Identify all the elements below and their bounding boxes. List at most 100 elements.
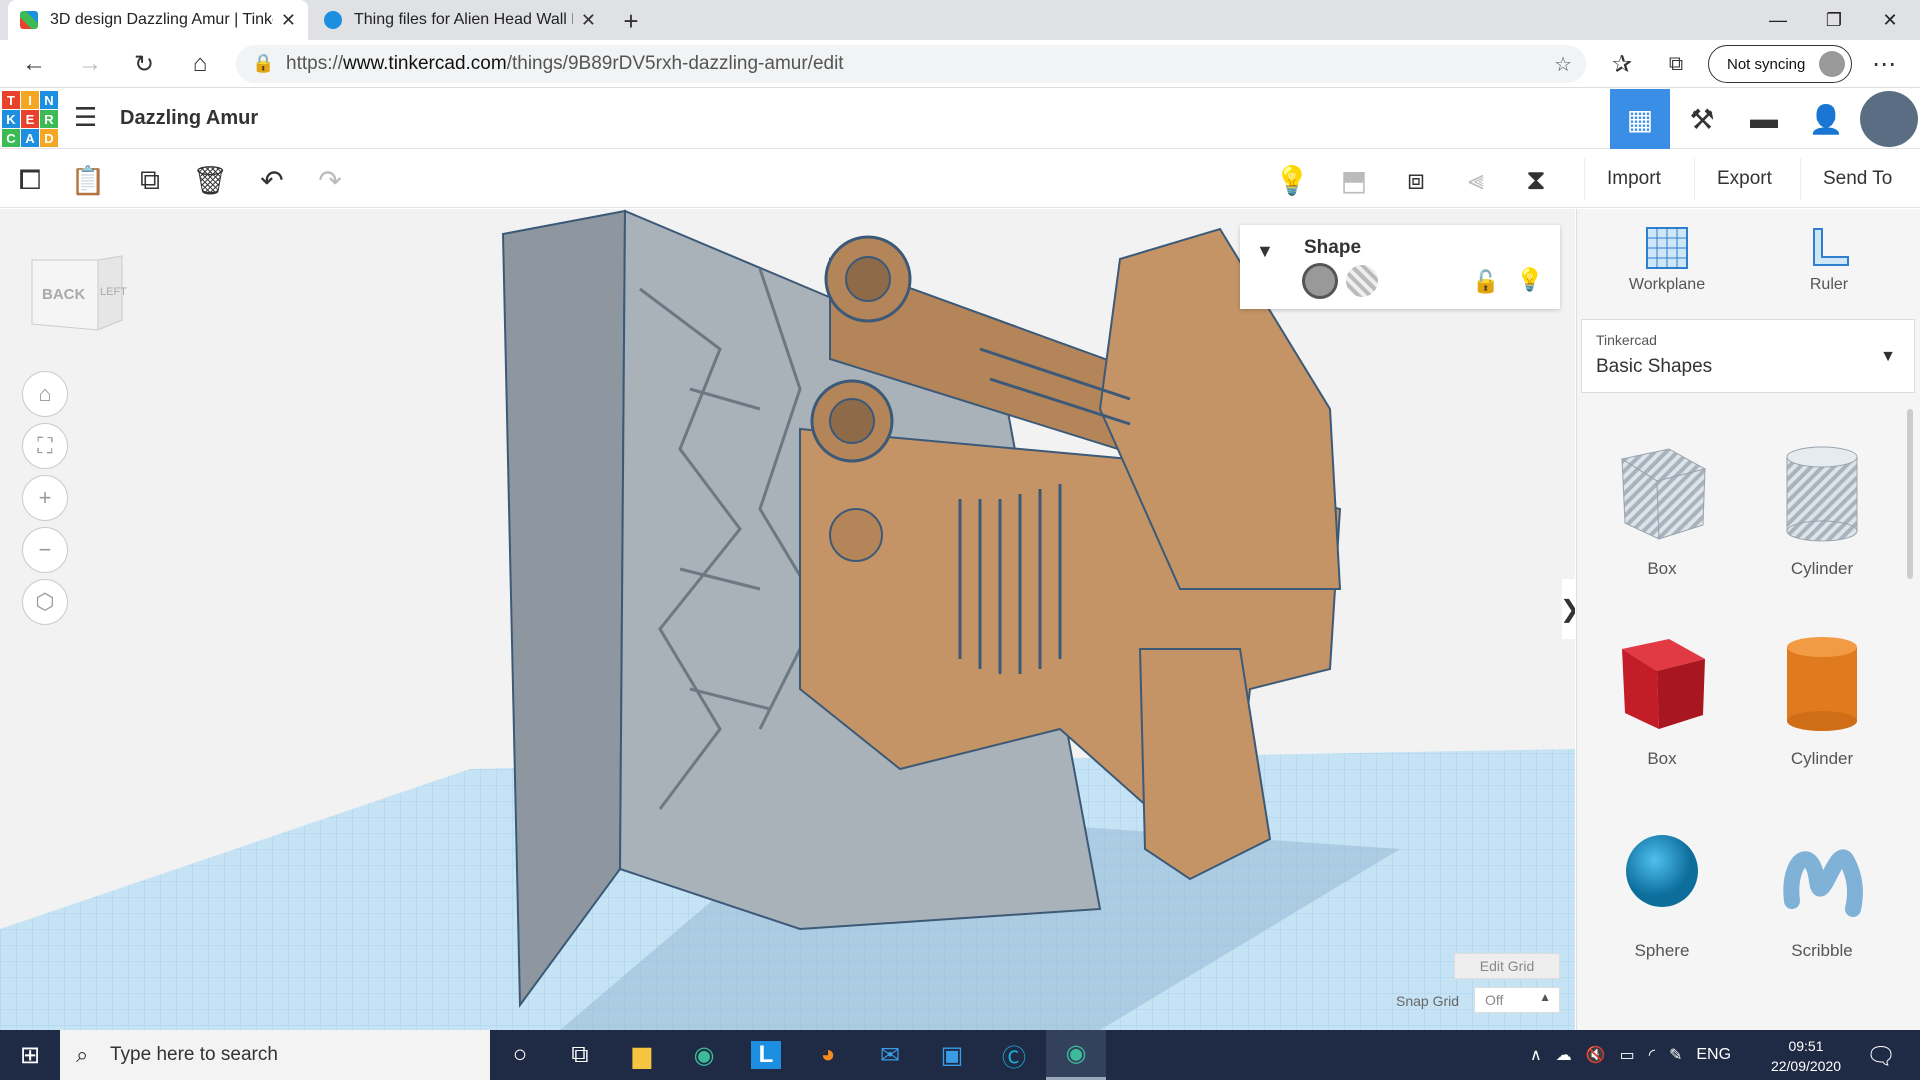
language-indicator[interactable]: ENG bbox=[1696, 1046, 1731, 1064]
shape-library-select[interactable]: Tinkercad Basic Shapes ▼ bbox=[1581, 319, 1915, 393]
close-window-icon[interactable]: ✕ bbox=[1862, 0, 1918, 40]
collapse-caret-icon[interactable]: ▼ bbox=[1256, 241, 1274, 262]
gun-lower-port bbox=[829, 508, 883, 562]
add-user-icon[interactable]: 👤 bbox=[1796, 89, 1856, 149]
collections-icon[interactable]: ⧉ bbox=[1658, 46, 1694, 82]
taskbar-search-input[interactable]: ⌕ Type here to search bbox=[60, 1030, 490, 1080]
battery-icon[interactable]: ▭ bbox=[1620, 1045, 1635, 1065]
tab-title: 3D design Dazzling Amur | Tinke bbox=[50, 11, 273, 28]
align-icon[interactable]: ⫷ bbox=[1456, 160, 1496, 200]
export-button[interactable]: Export bbox=[1694, 158, 1794, 200]
shape-cylinder[interactable]: Cylinder bbox=[1757, 629, 1887, 769]
zoom-in-icon[interactable]: + bbox=[22, 475, 68, 521]
new-tab-button[interactable]: + bbox=[616, 6, 646, 37]
tab-tinkercad-design[interactable]: 3D design Dazzling Amur | Tinke ✕ bbox=[8, 0, 308, 40]
shape-box[interactable]: Box bbox=[1597, 629, 1727, 769]
delete-trash-icon[interactable]: 🗑 bbox=[190, 160, 230, 200]
logo-letter: E bbox=[21, 110, 39, 128]
snap-grid-select[interactable]: Off ▲ bbox=[1474, 987, 1560, 1013]
3d-view-grid-icon[interactable]: ▦ bbox=[1610, 89, 1670, 149]
edge-icon[interactable]: ◉ bbox=[674, 1030, 734, 1080]
favorite-star-icon[interactable]: ☆ bbox=[1554, 52, 1572, 77]
fit-view-icon[interactable]: ⛶ bbox=[22, 423, 68, 469]
profile-avatar bbox=[1819, 51, 1845, 77]
shape-cylinder-hole[interactable]: Cylinder bbox=[1757, 439, 1887, 579]
edit-toolbar: ⧠ 📋 ⧉ 🗑 ↶ ↷ 💡 ⬒ ⧈ ⫷ ⧗ Import Export Send… bbox=[0, 150, 1920, 208]
app-orange-icon[interactable]: ◕ bbox=[798, 1030, 858, 1080]
home-icon[interactable]: ⌂ bbox=[182, 46, 218, 82]
ungroup-icon[interactable]: ⧈ bbox=[1396, 160, 1436, 200]
url-prefix: https:// bbox=[286, 53, 344, 74]
home-view-icon[interactable]: ⌂ bbox=[22, 371, 68, 417]
taskbar-search-placeholder: Type here to search bbox=[110, 1044, 278, 1065]
import-button[interactable]: Import bbox=[1584, 158, 1683, 200]
user-avatar[interactable] bbox=[1860, 91, 1918, 147]
edge-active-icon[interactable]: ◉ bbox=[1046, 1030, 1106, 1080]
calendar-app-icon[interactable]: ▣ bbox=[922, 1030, 982, 1080]
refresh-icon[interactable]: ↻ bbox=[126, 46, 162, 82]
shape-label: Sphere bbox=[1634, 941, 1690, 960]
shape-scribble[interactable]: Scribble bbox=[1757, 821, 1887, 961]
undo-icon[interactable]: ↶ bbox=[252, 160, 292, 200]
view-cube[interactable]: BACK LEFT bbox=[28, 254, 127, 340]
close-tab-icon[interactable]: ✕ bbox=[281, 10, 296, 31]
codeblocks-pickaxe-icon[interactable]: ⚒ bbox=[1672, 89, 1732, 149]
app-l-icon[interactable]: L bbox=[736, 1030, 796, 1080]
scene-canvas[interactable] bbox=[0, 209, 1575, 1030]
tab-thing-files[interactable]: Thing files for Alien Head Wall H ✕ bbox=[312, 0, 608, 40]
redo-icon[interactable]: ↷ bbox=[310, 160, 350, 200]
bricks-icon[interactable]: ▬ bbox=[1734, 89, 1794, 149]
solid-toggle[interactable] bbox=[1302, 263, 1338, 299]
task-view-icon[interactable]: ⧉ bbox=[550, 1030, 610, 1080]
shape-box-hole[interactable]: Box bbox=[1597, 439, 1727, 579]
chevron-up-icon[interactable]: ∧ bbox=[1530, 1045, 1542, 1065]
duplicate-icon[interactable]: ⧉ bbox=[130, 160, 170, 200]
favorites-icon[interactable]: ✰ bbox=[1604, 46, 1640, 82]
windows-start-icon[interactable]: ⊞ bbox=[0, 1030, 60, 1080]
shape-sphere[interactable]: Sphere bbox=[1597, 821, 1727, 961]
onedrive-cloud-icon[interactable]: ☁ bbox=[1556, 1045, 1572, 1065]
maximize-icon[interactable]: ❐ bbox=[1806, 0, 1862, 40]
pen-icon[interactable]: ✎ bbox=[1669, 1045, 1682, 1065]
gun-barrel-main-inner bbox=[829, 398, 875, 444]
paste-icon[interactable]: 📋 bbox=[68, 160, 108, 200]
workplane-button[interactable]: Workplane bbox=[1607, 225, 1727, 294]
mail-icon[interactable]: ✉ bbox=[860, 1030, 920, 1080]
send-to-button[interactable]: Send To bbox=[1800, 158, 1914, 200]
app-c-icon[interactable]: Ⓒ bbox=[984, 1030, 1044, 1080]
lock-icon[interactable]: 🔓 bbox=[1472, 269, 1499, 295]
3d-workspace[interactable]: BACK LEFT ⌂ ⛶ + − ⬡ ▼ Shape 🔓 💡 ❯ Edit G… bbox=[0, 209, 1575, 1030]
volume-muted-icon[interactable]: 🔇 bbox=[1586, 1045, 1606, 1065]
group-icon[interactable]: ⬒ bbox=[1334, 160, 1374, 200]
file-explorer-icon[interactable]: ▆ bbox=[612, 1030, 672, 1080]
forward-arrow-icon[interactable]: → bbox=[72, 46, 108, 82]
panel-collapse-chevron-icon[interactable]: ❯ bbox=[1560, 579, 1575, 639]
mirror-icon[interactable]: ⧗ bbox=[1516, 160, 1556, 200]
hole-toggle[interactable] bbox=[1346, 265, 1378, 297]
close-tab-icon[interactable]: ✕ bbox=[581, 10, 596, 31]
url-input[interactable]: 🔒 https://www.tinkercad.com/things/9B89r… bbox=[236, 45, 1586, 83]
clock[interactable]: 09:51 22/09/2020 bbox=[1760, 1036, 1852, 1076]
design-title[interactable]: Dazzling Amur bbox=[120, 107, 258, 130]
sync-button[interactable]: Not syncing bbox=[1708, 45, 1852, 83]
minimize-icon[interactable]: — bbox=[1750, 0, 1806, 40]
ruler-button[interactable]: Ruler bbox=[1769, 225, 1889, 294]
edit-grid-button[interactable]: Edit Grid bbox=[1454, 953, 1560, 979]
design-list-icon[interactable]: ☰ bbox=[74, 103, 102, 131]
cortana-icon[interactable]: ○ bbox=[490, 1030, 550, 1080]
wifi-icon[interactable]: ◜ bbox=[1649, 1045, 1655, 1065]
shapes-panel: Workplane Ruler Tinkercad Basic Shapes ▼… bbox=[1576, 209, 1920, 1030]
shape-label: Box bbox=[1647, 559, 1677, 578]
back-arrow-icon[interactable]: ← bbox=[16, 46, 52, 82]
copy-icon[interactable]: ⧠ bbox=[10, 160, 50, 200]
windows-taskbar: ⊞ ⌕ Type here to search ○ ⧉ ▆ ◉ L ◕ ✉ ▣ … bbox=[0, 1030, 1920, 1080]
panel-scrollbar[interactable] bbox=[1907, 409, 1913, 579]
workplane-label: Workplane bbox=[1628, 276, 1706, 293]
notifications-icon[interactable]: 🗨 bbox=[1866, 1042, 1896, 1071]
tinkercad-logo[interactable]: T I N K E R C A D bbox=[2, 91, 58, 147]
zoom-out-icon[interactable]: − bbox=[22, 527, 68, 573]
perspective-icon[interactable]: ⬡ bbox=[22, 579, 68, 625]
notes-bulb-icon[interactable]: 💡 bbox=[1272, 160, 1312, 200]
more-menu-icon[interactable]: ⋯ bbox=[1866, 46, 1902, 82]
visibility-bulb-icon[interactable]: 💡 bbox=[1516, 267, 1543, 293]
